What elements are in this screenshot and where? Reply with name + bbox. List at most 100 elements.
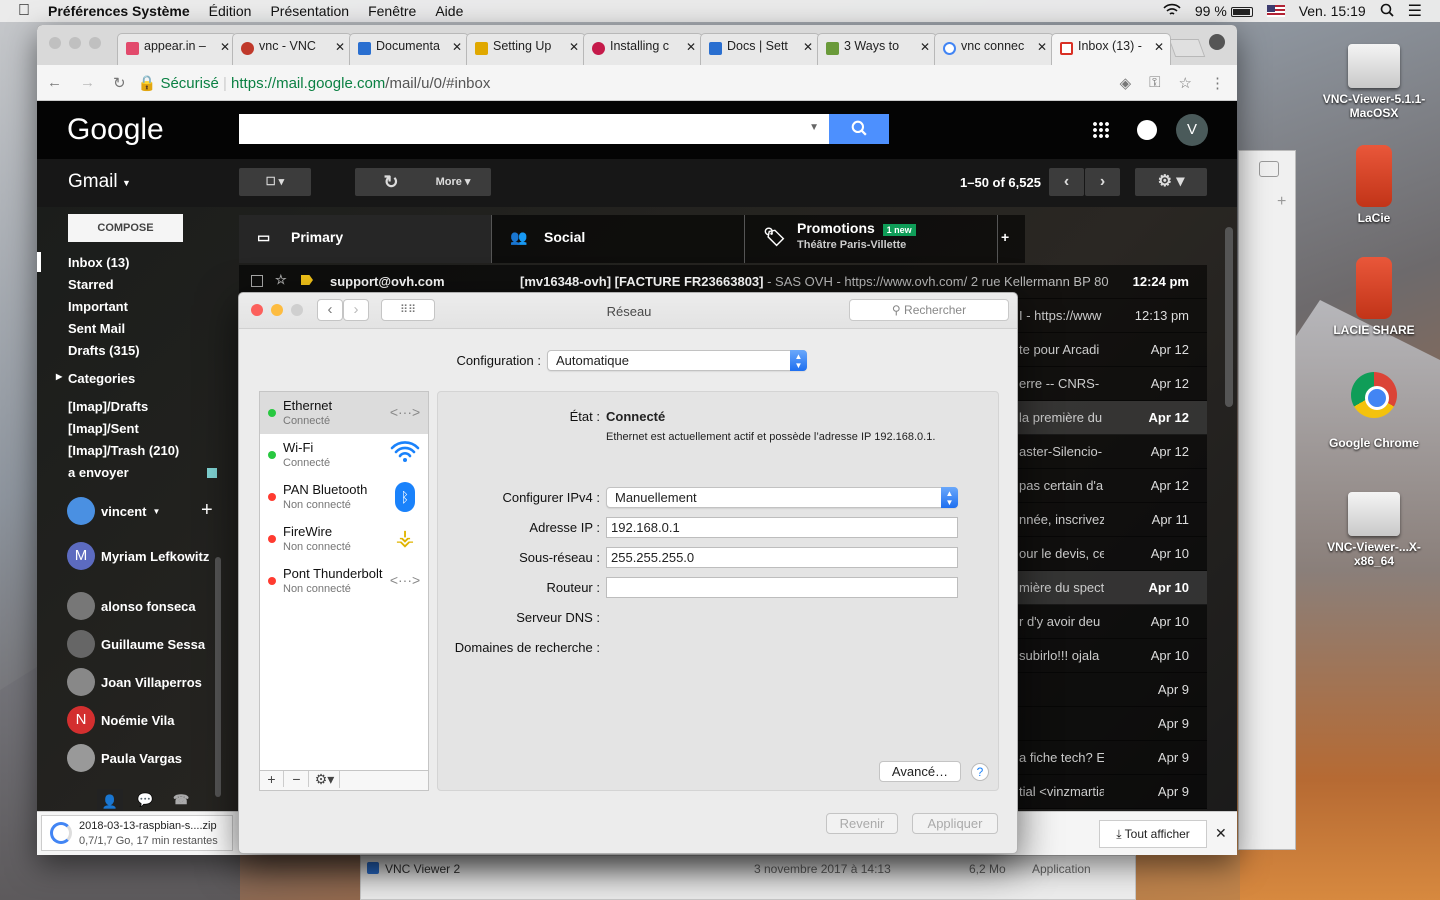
show-all-grid-icon[interactable]: ⠿⠿ (381, 299, 435, 321)
new-tab-button[interactable] (1168, 39, 1206, 57)
row-checkbox[interactable] (251, 275, 263, 287)
spotlight-search-icon[interactable] (1380, 3, 1394, 20)
desktop-icon-lacie-share[interactable]: LACIE SHARE (1314, 257, 1434, 337)
gmail-search-input[interactable]: ▼ (239, 114, 829, 144)
minimize-window-button[interactable] (271, 304, 283, 316)
tab-close-icon[interactable]: ✕ (331, 40, 345, 54)
add-contact-icon[interactable]: + (201, 499, 213, 522)
close-window-button[interactable] (49, 37, 61, 49)
router-field[interactable] (606, 577, 958, 598)
close-download-shelf-icon[interactable]: ✕ (1215, 825, 1227, 842)
window-copy-icon[interactable] (1259, 161, 1279, 177)
back-button[interactable]: ‹ (317, 299, 343, 321)
tab-close-icon[interactable]: ✕ (565, 40, 579, 54)
browser-tab[interactable]: vnc - VNC ✕ (232, 33, 352, 65)
nav-imap-sent[interactable]: [Imap]/Sent (68, 421, 139, 436)
nav-inbox[interactable]: Inbox (13) (68, 255, 129, 270)
tab-close-icon[interactable]: ✕ (682, 40, 696, 54)
expand-categories-icon[interactable]: ▶ (56, 372, 62, 381)
nav-important[interactable]: Important (68, 299, 128, 314)
contact-item[interactable]: alonso fonseca (67, 591, 196, 621)
nav-drafts[interactable]: Drafts (315) (68, 343, 140, 358)
menu-presentation[interactable]: Présentation (270, 3, 349, 19)
key-icon[interactable]: ⚿ (1149, 74, 1160, 91)
browser-tab[interactable]: vnc connec ✕ (934, 33, 1054, 65)
nav-imap-trash[interactable]: [Imap]/Trash (210) (68, 443, 179, 458)
tab-close-icon[interactable]: ✕ (1150, 40, 1164, 54)
newer-button[interactable]: ‹ (1049, 168, 1084, 196)
important-marker-icon[interactable] (301, 275, 313, 285)
add-service-button[interactable]: + (260, 771, 284, 787)
apps-grid-icon[interactable] (1092, 121, 1110, 139)
close-window-button[interactable] (251, 304, 263, 316)
ip-address-field[interactable]: 192.168.0.1 (606, 517, 958, 538)
tab-close-icon[interactable]: ✕ (1033, 40, 1047, 54)
add-tab-icon[interactable]: + (1001, 229, 1009, 245)
wifi-status-icon[interactable] (1163, 3, 1181, 20)
more-button[interactable]: More ▾ (415, 168, 491, 196)
browser-tab[interactable]: appear.in – ✕ (117, 33, 237, 65)
google-logo[interactable]: Google (67, 113, 164, 147)
menu-app-name[interactable]: Préférences Système (48, 3, 190, 19)
scrollbar-thumb[interactable] (1225, 227, 1233, 407)
desktop-icon-google-chrome[interactable]: Google Chrome (1314, 372, 1434, 450)
battery-status[interactable]: 99 % (1195, 3, 1253, 19)
tab-close-icon[interactable]: ✕ (216, 40, 230, 54)
profile-icon[interactable] (1209, 34, 1225, 50)
search-options-chevron-icon[interactable]: ▼ (809, 122, 819, 133)
service-pan-bluetooth[interactable]: PAN Bluetooth Non connecté ᛒ (260, 476, 428, 518)
star-icon[interactable]: ☆ (275, 272, 287, 288)
bookmark-star-icon[interactable]: ☆ (1179, 74, 1192, 92)
notifications-bell-icon[interactable] (1137, 120, 1157, 140)
address-field[interactable]: 🔒 Sécurisé | https://mail.google.com/mai… (138, 74, 491, 92)
browser-tab[interactable]: Documenta ✕ (349, 33, 469, 65)
download-item[interactable]: 2018-03-13-raspbian-s....zip 0,7/1,7 Go,… (41, 815, 233, 851)
service-ethernet[interactable]: Ethernet Connecté <···> (260, 392, 428, 434)
tab-close-icon[interactable]: ✕ (448, 40, 462, 54)
menubar-clock[interactable]: Ven. 15:19 (1299, 3, 1366, 19)
tab-close-icon[interactable]: ✕ (799, 40, 813, 54)
gmail-menu-chevron-icon[interactable]: ▼ (122, 178, 131, 188)
nav-categories[interactable]: Categories (68, 371, 135, 386)
desktop-icon-vnc-viewer-dmg[interactable]: VNC-Viewer-5.1.1-MacOSX (1314, 32, 1434, 120)
nav-sent-mail[interactable]: Sent Mail (68, 321, 125, 336)
browser-tab[interactable]: Installing c ✕ (583, 33, 703, 65)
settings-gear-button[interactable]: ⚙ ▾ (1135, 168, 1207, 196)
minimize-window-button[interactable] (69, 37, 81, 49)
finder-list-row[interactable]: VNC Viewer 2 3 novembre 2017 à 14:13 6,2… (360, 855, 1136, 900)
forward-button[interactable]: › (343, 299, 369, 321)
desktop-icon-vnc-viewer-x86[interactable]: VNC-Viewer-...X-x86_64 (1314, 480, 1434, 568)
revert-button[interactable]: Revenir (826, 813, 898, 834)
chrome-menu-icon[interactable]: ⋮ (1210, 74, 1237, 92)
compose-button[interactable]: COMPOSE (68, 214, 183, 242)
show-all-downloads-button[interactable]: ⤓ Tout afficher (1099, 820, 1207, 848)
tab-promotions[interactable]: 🏷 Promotions 1 new Théâtre Paris-Villette (745, 215, 998, 263)
desktop-icon-lacie[interactable]: LaCie (1314, 145, 1434, 225)
gmail-search-button[interactable] (829, 114, 889, 144)
service-firewire[interactable]: FireWire Non connecté ⚶ (260, 518, 428, 560)
browser-tab[interactable]: Setting Up ✕ (466, 33, 586, 65)
preferences-search-field[interactable]: ⚲ Rechercher (849, 299, 1009, 321)
service-actions-gear-icon[interactable]: ⚙▾ (310, 771, 340, 788)
ipv4-popup[interactable]: Manuellement ▲ ▼ (606, 487, 958, 508)
zoom-window-button[interactable] (89, 37, 101, 49)
apply-button[interactable]: Appliquer (912, 813, 998, 834)
select-checkbox-button[interactable]: ☐ ▾ (239, 168, 311, 196)
tab-social[interactable]: 👥 Social (492, 215, 745, 263)
contact-item[interactable]: N Noémie Vila (67, 705, 174, 735)
help-button[interactable]: ? (971, 763, 989, 781)
account-avatar[interactable]: V (1176, 114, 1208, 146)
menu-fenetre[interactable]: Fenêtre (368, 3, 416, 19)
advanced-button[interactable]: Avancé… (879, 761, 961, 782)
apple-menu-icon[interactable]:  (0, 2, 48, 20)
back-icon[interactable]: ← (47, 74, 62, 91)
notification-center-icon[interactable]: ☰ (1408, 1, 1422, 21)
hangouts-user[interactable]: vincent ▼ (67, 496, 160, 526)
service-thunderbolt-bridge[interactable]: Pont Thunderbolt Non connecté <···> (260, 560, 428, 602)
tab-primary[interactable]: ▭ Primary (239, 215, 492, 263)
nav-a-envoyer[interactable]: a envoyer (68, 465, 129, 480)
reload-icon[interactable]: ↻ (113, 74, 126, 92)
menu-edition[interactable]: Édition (209, 3, 252, 19)
tab-close-icon[interactable]: ✕ (916, 40, 930, 54)
phone-tab-icon[interactable]: ☎ (173, 792, 189, 808)
